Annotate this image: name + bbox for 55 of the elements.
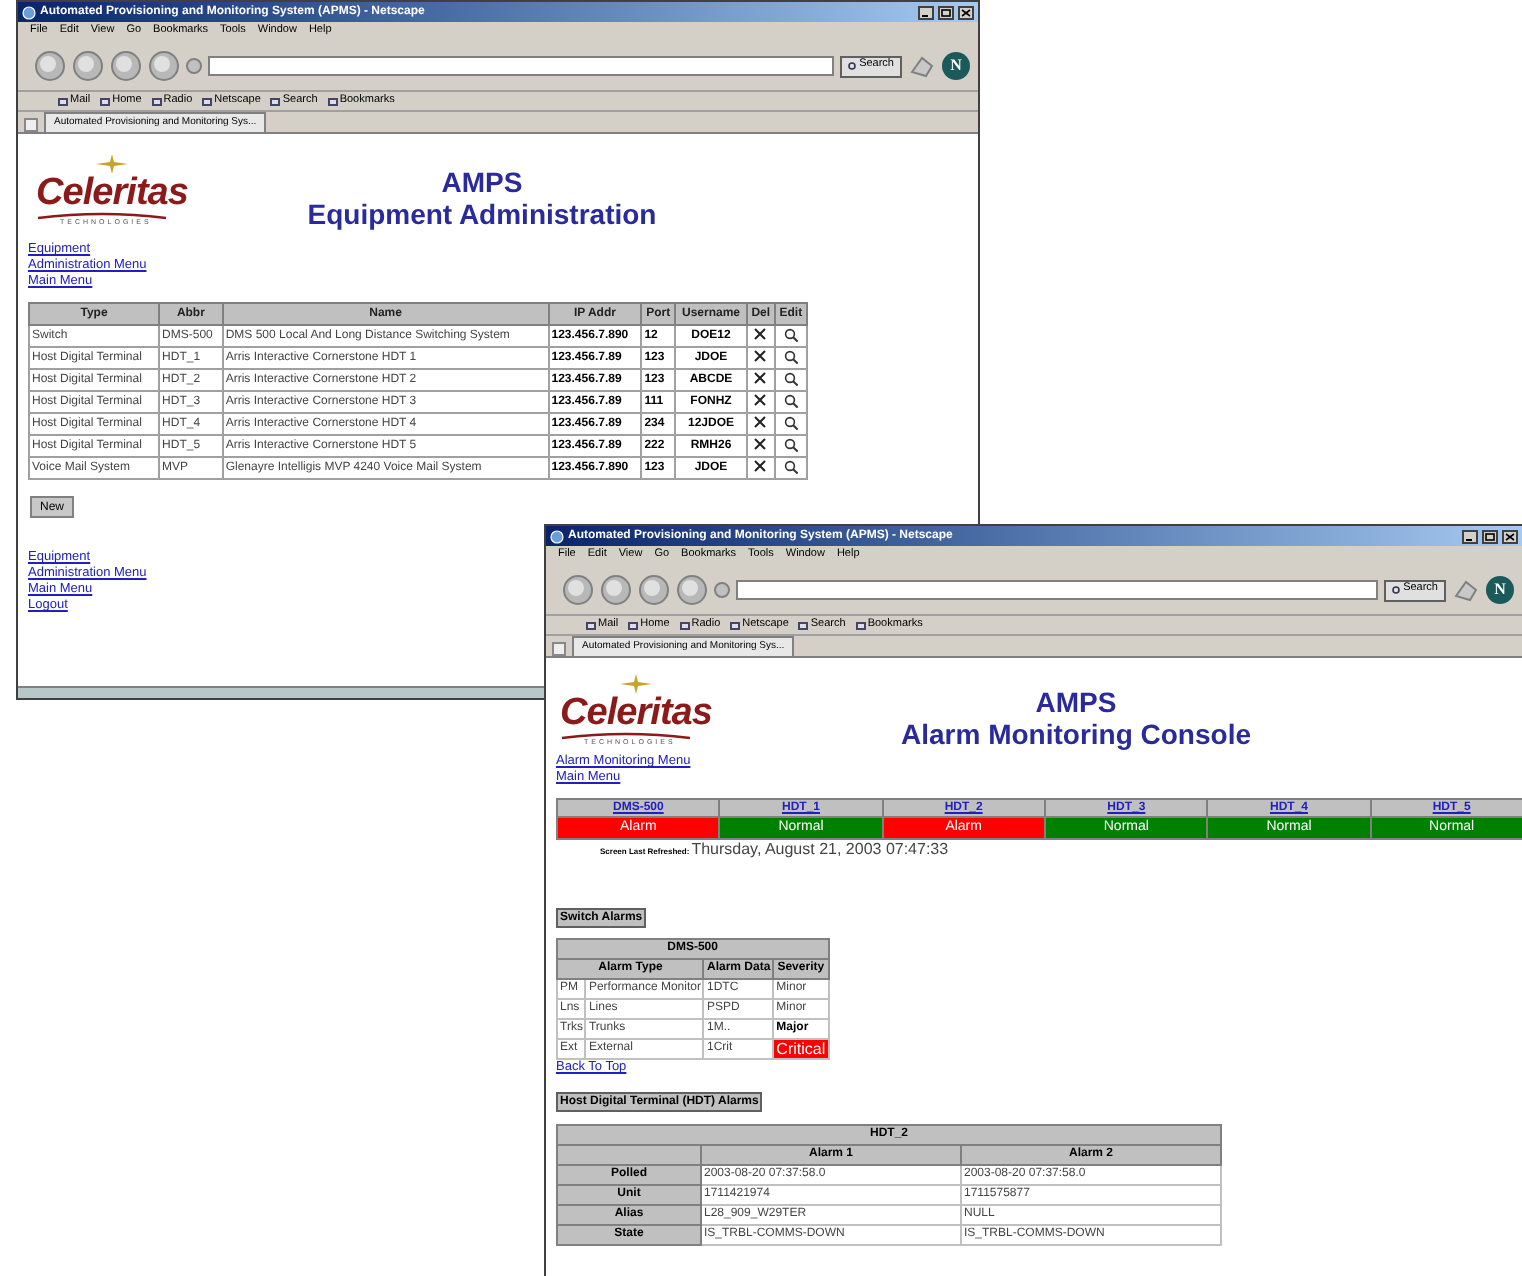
page-heading: Alarm Monitoring Console	[901, 718, 1251, 750]
search-icon[interactable]	[783, 349, 798, 364]
search-icon	[847, 61, 858, 71]
close-icon[interactable]	[1502, 529, 1518, 543]
swoosh-icon	[36, 212, 168, 220]
minimize-icon[interactable]	[1462, 529, 1478, 543]
page-heading: AMPS	[1035, 686, 1117, 718]
bookmark-icon	[628, 621, 639, 629]
search-icon[interactable]	[783, 327, 798, 342]
bookmark-icon	[730, 621, 741, 629]
delete-icon[interactable]	[754, 394, 767, 407]
star-icon	[620, 674, 652, 694]
new-tab-icon[interactable]	[552, 642, 566, 656]
new-tab-icon[interactable]	[24, 118, 38, 132]
url-field[interactable]	[736, 580, 1378, 600]
maximize-icon[interactable]	[1482, 529, 1498, 543]
netscape-logo: N	[942, 52, 970, 80]
bookmark-icon	[855, 621, 866, 629]
search-icon[interactable]	[783, 437, 798, 452]
search-icon	[1391, 585, 1402, 595]
delete-icon[interactable]	[754, 438, 767, 451]
bookmark-icon	[586, 621, 596, 629]
search-icon[interactable]	[783, 459, 798, 474]
bookmark-icon	[679, 621, 690, 629]
netscape-logo: N	[1486, 576, 1514, 604]
bookmark-icon	[151, 97, 162, 105]
delete-icon[interactable]	[754, 416, 767, 429]
bookmark-icon	[58, 97, 68, 105]
throbber-icon	[1452, 576, 1480, 604]
delete-icon[interactable]	[754, 372, 767, 385]
close-icon[interactable]	[958, 5, 974, 19]
search-icon[interactable]	[783, 371, 798, 386]
delete-icon[interactable]	[754, 460, 767, 473]
bookmark-icon	[100, 97, 111, 105]
maximize-icon[interactable]	[938, 5, 954, 19]
search-icon[interactable]	[783, 393, 798, 408]
minimize-icon[interactable]	[918, 5, 934, 19]
app-icon	[22, 5, 36, 19]
url-field[interactable]	[208, 56, 834, 76]
bookmark-icon	[327, 97, 338, 105]
app-icon	[550, 529, 564, 543]
refresh-time: Thursday, August 21, 2003 07:47:33	[691, 840, 949, 860]
search-icon[interactable]	[783, 415, 798, 430]
throbber-icon	[908, 52, 936, 80]
bookmark-icon	[270, 97, 281, 105]
delete-icon[interactable]	[754, 350, 767, 363]
bookmark-icon	[202, 97, 213, 105]
swoosh-icon	[560, 732, 692, 740]
page-heading: Equipment Administration	[307, 198, 657, 230]
delete-icon[interactable]	[754, 328, 767, 341]
star-icon	[96, 154, 128, 174]
bookmark-icon	[798, 621, 809, 629]
page-heading: AMPS	[441, 166, 523, 198]
logo-text: Celeritas	[36, 174, 188, 212]
logo-text: Celeritas	[560, 694, 712, 732]
